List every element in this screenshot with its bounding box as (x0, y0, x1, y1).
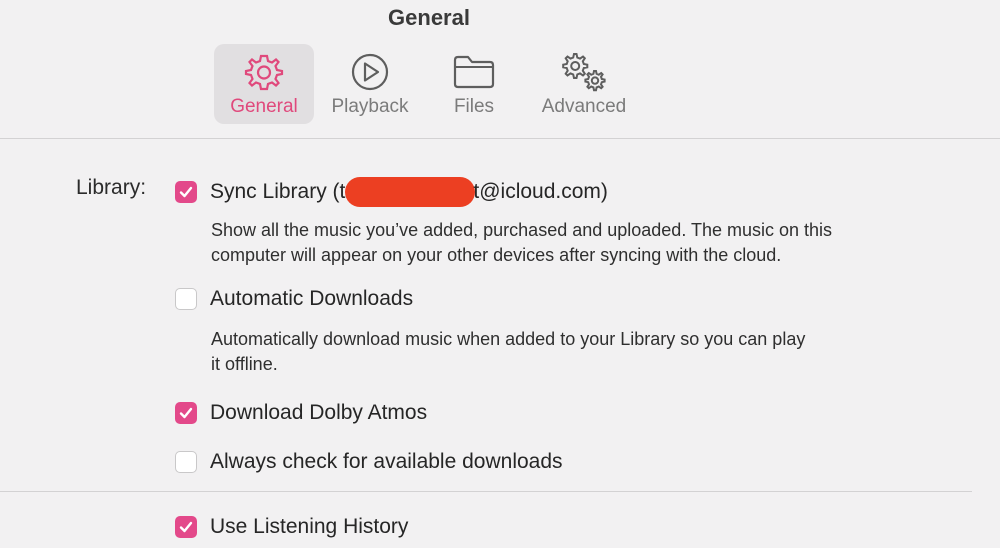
tab-files-label: Files (453, 96, 495, 117)
auto-desc-line-2: it offline. (211, 354, 278, 374)
sync-library-label: Sync Library ( t t@icloud.com) (210, 177, 608, 207)
sync-library-prefix: Sync Library ( (210, 180, 340, 203)
checkmark-icon (179, 521, 193, 533)
sync-library-checkbox[interactable] (175, 181, 197, 203)
auto-desc-line-1: Automatically download music when added … (211, 329, 806, 349)
tab-playback[interactable]: Playback (320, 44, 420, 124)
tab-advanced[interactable]: Advanced (532, 44, 636, 124)
gear-icon (244, 50, 284, 94)
sync-library-description: Show all the music you’ve added, purchas… (211, 218, 971, 268)
play-circle-icon (350, 50, 390, 94)
tab-general-label: General (230, 96, 298, 117)
dolby-atmos-row: Download Dolby Atmos (175, 401, 427, 425)
tab-files[interactable]: Files (436, 44, 512, 124)
check-downloads-checkbox[interactable] (175, 451, 197, 473)
tab-advanced-label: Advanced (541, 96, 627, 117)
library-section-label: Library: (76, 176, 147, 199)
listening-history-checkbox[interactable] (175, 516, 197, 538)
dolby-atmos-label: Download Dolby Atmos (210, 401, 428, 424)
automatic-downloads-row: Automatic Downloads (175, 287, 413, 311)
sync-library-row: Sync Library ( t t@icloud.com) (175, 177, 608, 207)
gears-icon (558, 50, 610, 94)
dolby-atmos-checkbox[interactable] (175, 402, 197, 424)
check-downloads-row: Always check for available downloads (175, 450, 563, 474)
checkmark-icon (179, 407, 193, 419)
listening-history-row: Use Listening History (175, 515, 408, 539)
checkmark-icon (179, 186, 193, 198)
toolbar-divider (0, 138, 1000, 139)
tab-general[interactable]: General (214, 44, 314, 124)
listening-history-label: Use Listening History (210, 515, 409, 538)
sync-desc-line-2: computer will appear on your other devic… (211, 245, 782, 265)
tab-playback-label: Playback (331, 96, 409, 117)
automatic-downloads-label: Automatic Downloads (210, 287, 414, 310)
folder-icon (452, 50, 496, 94)
check-downloads-label: Always check for available downloads (210, 450, 563, 473)
automatic-downloads-checkbox[interactable] (175, 288, 197, 310)
sync-desc-line-1: Show all the music you’ve added, purchas… (211, 220, 833, 240)
preferences-toolbar: General Playback Files Advanced (0, 0, 1000, 138)
automatic-downloads-description: Automatically download music when added … (211, 327, 971, 377)
email-end: t@icloud.com) (473, 180, 608, 203)
section-divider (0, 491, 972, 492)
email-redaction (345, 177, 476, 207)
